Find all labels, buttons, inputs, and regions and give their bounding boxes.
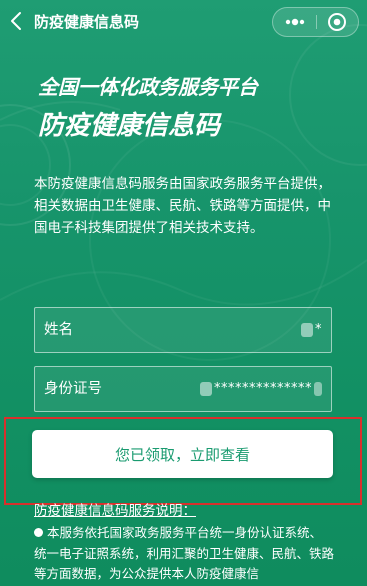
screen: 防疫健康信息码 全国一体化政务服务平台 防疫健康信息码 本防疫健康信息码服务由国…: [0, 0, 367, 586]
nav-bar: 防疫健康信息码: [0, 0, 367, 44]
service-info-link[interactable]: 防疫健康信息码服务说明：: [34, 501, 196, 521]
name-label: 姓名: [44, 322, 73, 338]
view-code-button[interactable]: 您已领取，立即查看: [32, 430, 333, 478]
page-title: 防疫健康信息码: [34, 13, 140, 31]
id-number-label: 身份证号: [44, 381, 102, 397]
service-info-text: 本服务依托国家政务服务平台统一身份认证系统、统一电子证照系统，利用汇聚的卫生健康…: [34, 523, 334, 585]
id-number-value-text: **************: [214, 381, 312, 396]
id-number-value: **************: [200, 379, 322, 399]
target-close-icon[interactable]: [317, 8, 358, 36]
name-value: *: [301, 320, 322, 340]
service-info-body: 本服务依托国家政务服务平台统一身份认证系统、统一电子证照系统，利用汇聚的卫生健康…: [34, 525, 335, 581]
page-heading: 防疫健康信息码: [38, 111, 221, 141]
platform-subtitle: 全国一体化政务服务平台: [38, 75, 258, 99]
name-value-text: *: [315, 322, 322, 337]
redacted-blur: [200, 381, 212, 396]
redacted-blur: [314, 381, 322, 396]
bullet-icon: [34, 528, 43, 537]
more-dots-icon[interactable]: [273, 8, 316, 36]
mini-program-capsule: [272, 7, 359, 37]
service-description: 本防疫健康信息码服务由国家政务服务平台提供，相关数据由卫生健康、民航、铁路等方面…: [34, 176, 331, 236]
name-field[interactable]: 姓名 *: [34, 307, 332, 353]
chevron-left-icon[interactable]: [8, 10, 26, 32]
id-number-field[interactable]: 身份证号 **************: [34, 366, 332, 412]
redacted-blur: [301, 322, 313, 337]
